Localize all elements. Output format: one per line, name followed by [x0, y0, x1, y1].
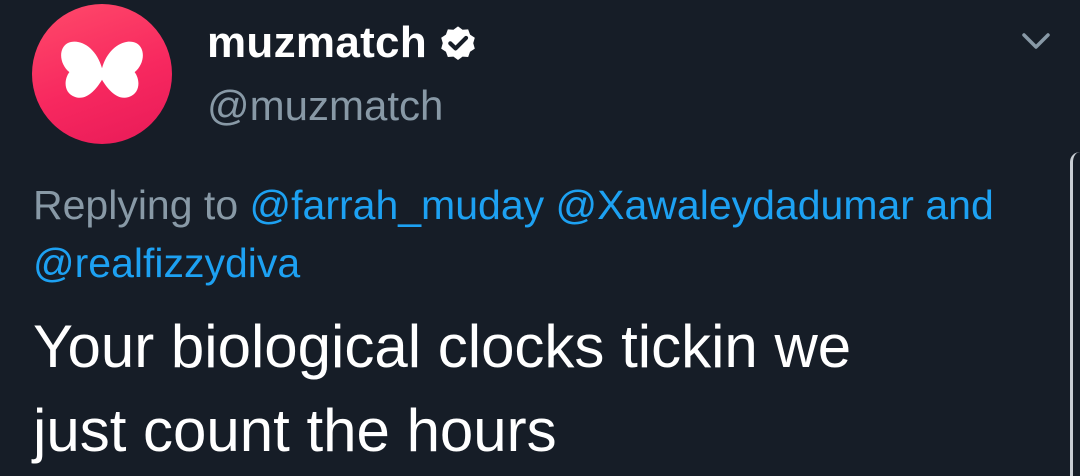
- reply-context: Replying to @farrah_muday @Xawaleydaduma…: [33, 176, 1033, 292]
- tweet-text: Your biological clocks tickin we just co…: [33, 305, 1043, 473]
- author-name-row: muzmatch: [207, 14, 479, 72]
- author-display-name[interactable]: muzmatch: [207, 18, 427, 68]
- butterfly-logo-icon: [61, 41, 143, 98]
- author-handle[interactable]: @muzmatch: [207, 82, 443, 130]
- mention-link[interactable]: @realfizzydiva: [33, 240, 300, 286]
- mention-link[interactable]: @Xawaleydadumar: [556, 182, 914, 228]
- reply-conjunction[interactable]: and: [925, 182, 993, 228]
- mention-link[interactable]: @farrah_muday: [250, 182, 545, 228]
- verified-badge-icon: [441, 26, 475, 60]
- avatar[interactable]: [32, 4, 172, 144]
- chevron-down-icon[interactable]: [1016, 26, 1056, 56]
- tweet-text-line: just count the hours: [33, 397, 557, 464]
- tweet-text-line: Your biological clocks tickin we: [33, 313, 852, 380]
- tweet-card: muzmatch @muzmatch Replying to @farrah_m…: [0, 0, 1080, 476]
- scroll-edge: [1070, 152, 1080, 476]
- reply-prefix: Replying to: [33, 182, 239, 228]
